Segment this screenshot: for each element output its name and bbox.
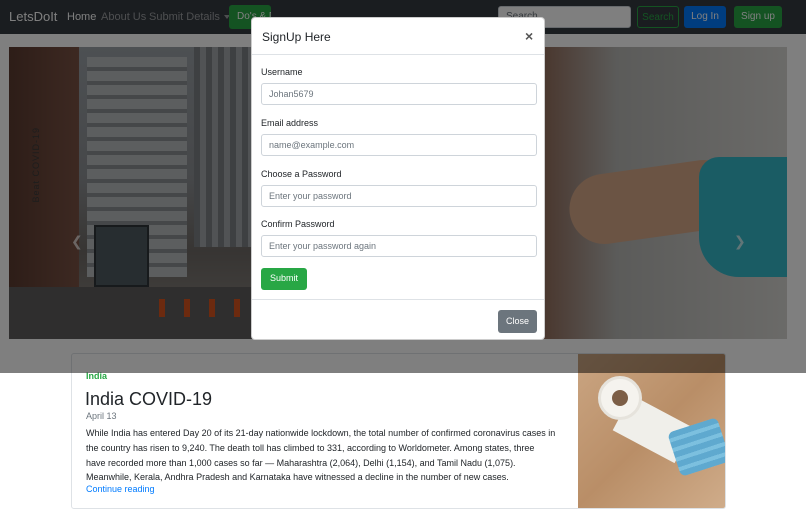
article-card: India India COVID-19 April 13 While Indi… bbox=[71, 353, 726, 509]
continue-reading-link[interactable]: Continue reading bbox=[86, 484, 155, 494]
email-label: Email address bbox=[261, 118, 319, 128]
submit-button[interactable]: Submit bbox=[261, 268, 307, 290]
modal-title: SignUp Here bbox=[262, 30, 331, 44]
username-label: Username bbox=[261, 67, 303, 77]
article-body: While India has entered Day 20 of its 21… bbox=[86, 428, 556, 483]
confirm-password-label: Confirm Password bbox=[261, 219, 335, 229]
signup-modal: SignUp Here × Username Johan5679 Email a… bbox=[251, 17, 545, 340]
modal-header: SignUp Here × bbox=[252, 18, 544, 55]
article-title: India COVID-19 bbox=[85, 389, 213, 409]
username-input[interactable]: Johan5679 bbox=[261, 83, 537, 105]
page: LetsDoIt Home About Us Submit Details Do… bbox=[0, 0, 806, 523]
email-input[interactable]: name@example.com bbox=[261, 134, 537, 156]
close-icon[interactable]: × bbox=[525, 28, 533, 44]
confirm-password-input[interactable]: Enter your password again bbox=[261, 235, 537, 257]
close-button[interactable]: Close bbox=[498, 310, 537, 333]
password-label: Choose a Password bbox=[261, 169, 342, 179]
article-date: April 13 bbox=[86, 411, 117, 421]
password-input[interactable]: Enter your password bbox=[261, 185, 537, 207]
modal-footer: Close bbox=[252, 299, 544, 339]
article-image bbox=[578, 354, 725, 508]
